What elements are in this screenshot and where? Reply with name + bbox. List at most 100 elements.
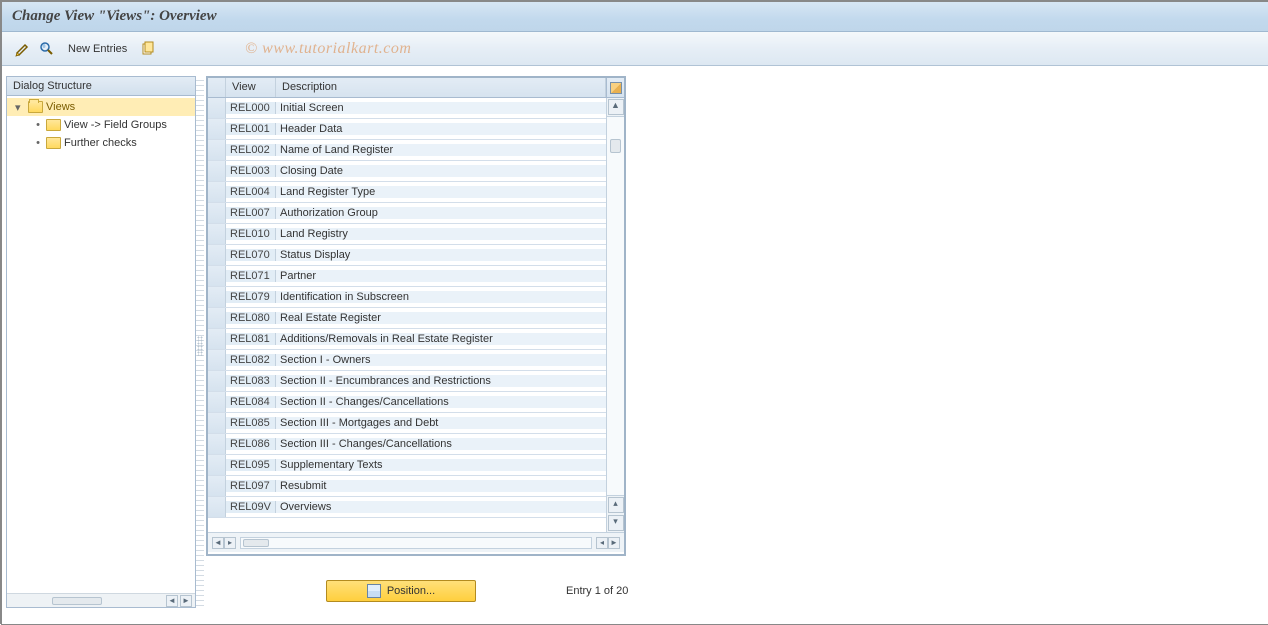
row-selector[interactable] (208, 245, 226, 265)
position-button[interactable]: Position... (326, 580, 476, 602)
cell-description[interactable]: Section I - Owners (276, 354, 606, 366)
cell-view[interactable]: REL001 (226, 123, 276, 135)
scroll-up-small-icon[interactable]: ▴ (608, 497, 624, 513)
table-vscrollbar[interactable]: ▲ ▴ ▾ (606, 98, 624, 532)
cell-view[interactable]: REL09V (226, 501, 276, 513)
dialog-hscrollbar[interactable]: ◄ ► (7, 593, 195, 607)
tree-item-further-checks[interactable]: • Further checks (7, 134, 195, 152)
row-selector[interactable] (208, 161, 226, 181)
row-selector[interactable] (208, 119, 226, 139)
table-row[interactable]: REL080Real Estate Register (208, 308, 606, 329)
table-row[interactable]: REL002Name of Land Register (208, 140, 606, 161)
cell-view[interactable]: REL079 (226, 291, 276, 303)
cell-view[interactable]: REL095 (226, 459, 276, 471)
cell-description[interactable]: Section III - Mortgages and Debt (276, 417, 606, 429)
cell-view[interactable]: REL086 (226, 438, 276, 450)
scroll-left-icon[interactable]: ◄ (212, 537, 224, 549)
cell-description[interactable]: Supplementary Texts (276, 459, 606, 471)
row-selector[interactable] (208, 308, 226, 328)
cell-description[interactable]: Closing Date (276, 165, 606, 177)
cell-view[interactable]: REL081 (226, 333, 276, 345)
row-selector[interactable] (208, 203, 226, 223)
row-selector[interactable] (208, 287, 226, 307)
table-row[interactable]: REL000Initial Screen (208, 98, 606, 119)
cell-view[interactable]: REL097 (226, 480, 276, 492)
row-selector[interactable] (208, 266, 226, 286)
table-row[interactable]: REL003Closing Date (208, 161, 606, 182)
toggle-edit-icon[interactable] (14, 40, 32, 58)
table-hscrollbar[interactable]: ◄ ▸ ◂ ► (208, 532, 624, 552)
row-selector[interactable] (208, 413, 226, 433)
scrollbar-thumb[interactable] (52, 597, 102, 605)
cell-view[interactable]: REL085 (226, 417, 276, 429)
row-selector[interactable] (208, 98, 226, 118)
cell-view[interactable]: REL007 (226, 207, 276, 219)
table-row[interactable]: REL070Status Display (208, 245, 606, 266)
row-selector[interactable] (208, 476, 226, 496)
cell-view[interactable]: REL004 (226, 186, 276, 198)
table-row[interactable]: REL095Supplementary Texts (208, 455, 606, 476)
table-row[interactable]: REL001Header Data (208, 119, 606, 140)
row-selector[interactable] (208, 455, 226, 475)
row-selector[interactable] (208, 140, 226, 160)
row-selector[interactable] (208, 329, 226, 349)
cell-view[interactable]: REL002 (226, 144, 276, 156)
tree-item-field-groups[interactable]: • View -> Field Groups (7, 116, 195, 134)
new-entries-button[interactable]: New Entries (62, 43, 133, 55)
cell-view[interactable]: REL083 (226, 375, 276, 387)
cell-description[interactable]: Land Registry (276, 228, 606, 240)
splitter-handle[interactable] (196, 76, 204, 608)
row-selector[interactable] (208, 497, 226, 517)
scroll-left-small-icon[interactable]: ◂ (596, 537, 608, 549)
column-header-description[interactable]: Description (276, 78, 606, 97)
cell-description[interactable]: Overviews (276, 501, 606, 513)
scroll-right-icon[interactable]: ► (608, 537, 620, 549)
table-row[interactable]: REL097Resubmit (208, 476, 606, 497)
row-selector[interactable] (208, 182, 226, 202)
table-row[interactable]: REL083Section II - Encumbrances and Rest… (208, 371, 606, 392)
select-all-header[interactable] (208, 78, 226, 97)
tree-item-views[interactable]: ▾ Views (7, 98, 195, 116)
table-row[interactable]: REL09VOverviews (208, 497, 606, 518)
table-row[interactable]: REL081Additions/Removals in Real Estate … (208, 329, 606, 350)
tree-caret-icon[interactable]: ▾ (15, 101, 25, 114)
scroll-right-icon[interactable]: ► (180, 595, 192, 607)
cell-description[interactable]: Resubmit (276, 480, 606, 492)
table-config-icon[interactable] (606, 78, 624, 97)
table-row[interactable]: REL086Section III - Changes/Cancellation… (208, 434, 606, 455)
cell-description[interactable]: Initial Screen (276, 102, 606, 114)
row-selector[interactable] (208, 350, 226, 370)
cell-description[interactable]: Authorization Group (276, 207, 606, 219)
row-selector[interactable] (208, 371, 226, 391)
cell-view[interactable]: REL000 (226, 102, 276, 114)
cell-view[interactable]: REL010 (226, 228, 276, 240)
scrollbar-track[interactable] (607, 116, 624, 496)
scroll-down-icon[interactable]: ▾ (608, 515, 624, 531)
row-selector[interactable] (208, 392, 226, 412)
table-row[interactable]: REL071Partner (208, 266, 606, 287)
cell-description[interactable]: Partner (276, 270, 606, 282)
table-row[interactable]: REL085Section III - Mortgages and Debt (208, 413, 606, 434)
cell-view[interactable]: REL080 (226, 312, 276, 324)
scroll-right-small-icon[interactable]: ▸ (224, 537, 236, 549)
cell-description[interactable]: Header Data (276, 123, 606, 135)
cell-view[interactable]: REL003 (226, 165, 276, 177)
table-row[interactable]: REL007Authorization Group (208, 203, 606, 224)
scrollbar-thumb[interactable] (610, 139, 621, 153)
row-selector[interactable] (208, 434, 226, 454)
scroll-left-icon[interactable]: ◄ (166, 595, 178, 607)
scrollbar-track[interactable] (240, 537, 592, 549)
cell-description[interactable]: Additions/Removals in Real Estate Regist… (276, 333, 606, 345)
cell-description[interactable]: Land Register Type (276, 186, 606, 198)
cell-view[interactable]: REL082 (226, 354, 276, 366)
cell-description[interactable]: Real Estate Register (276, 312, 606, 324)
cell-description[interactable]: Name of Land Register (276, 144, 606, 156)
cell-view[interactable]: REL070 (226, 249, 276, 261)
cell-description[interactable]: Section II - Encumbrances and Restrictio… (276, 375, 606, 387)
cell-description[interactable]: Section III - Changes/Cancellations (276, 438, 606, 450)
table-row[interactable]: REL010Land Registry (208, 224, 606, 245)
cell-view[interactable]: REL084 (226, 396, 276, 408)
scroll-up-icon[interactable]: ▲ (608, 99, 624, 115)
cell-description[interactable]: Identification in Subscreen (276, 291, 606, 303)
copy-icon[interactable] (139, 40, 157, 58)
